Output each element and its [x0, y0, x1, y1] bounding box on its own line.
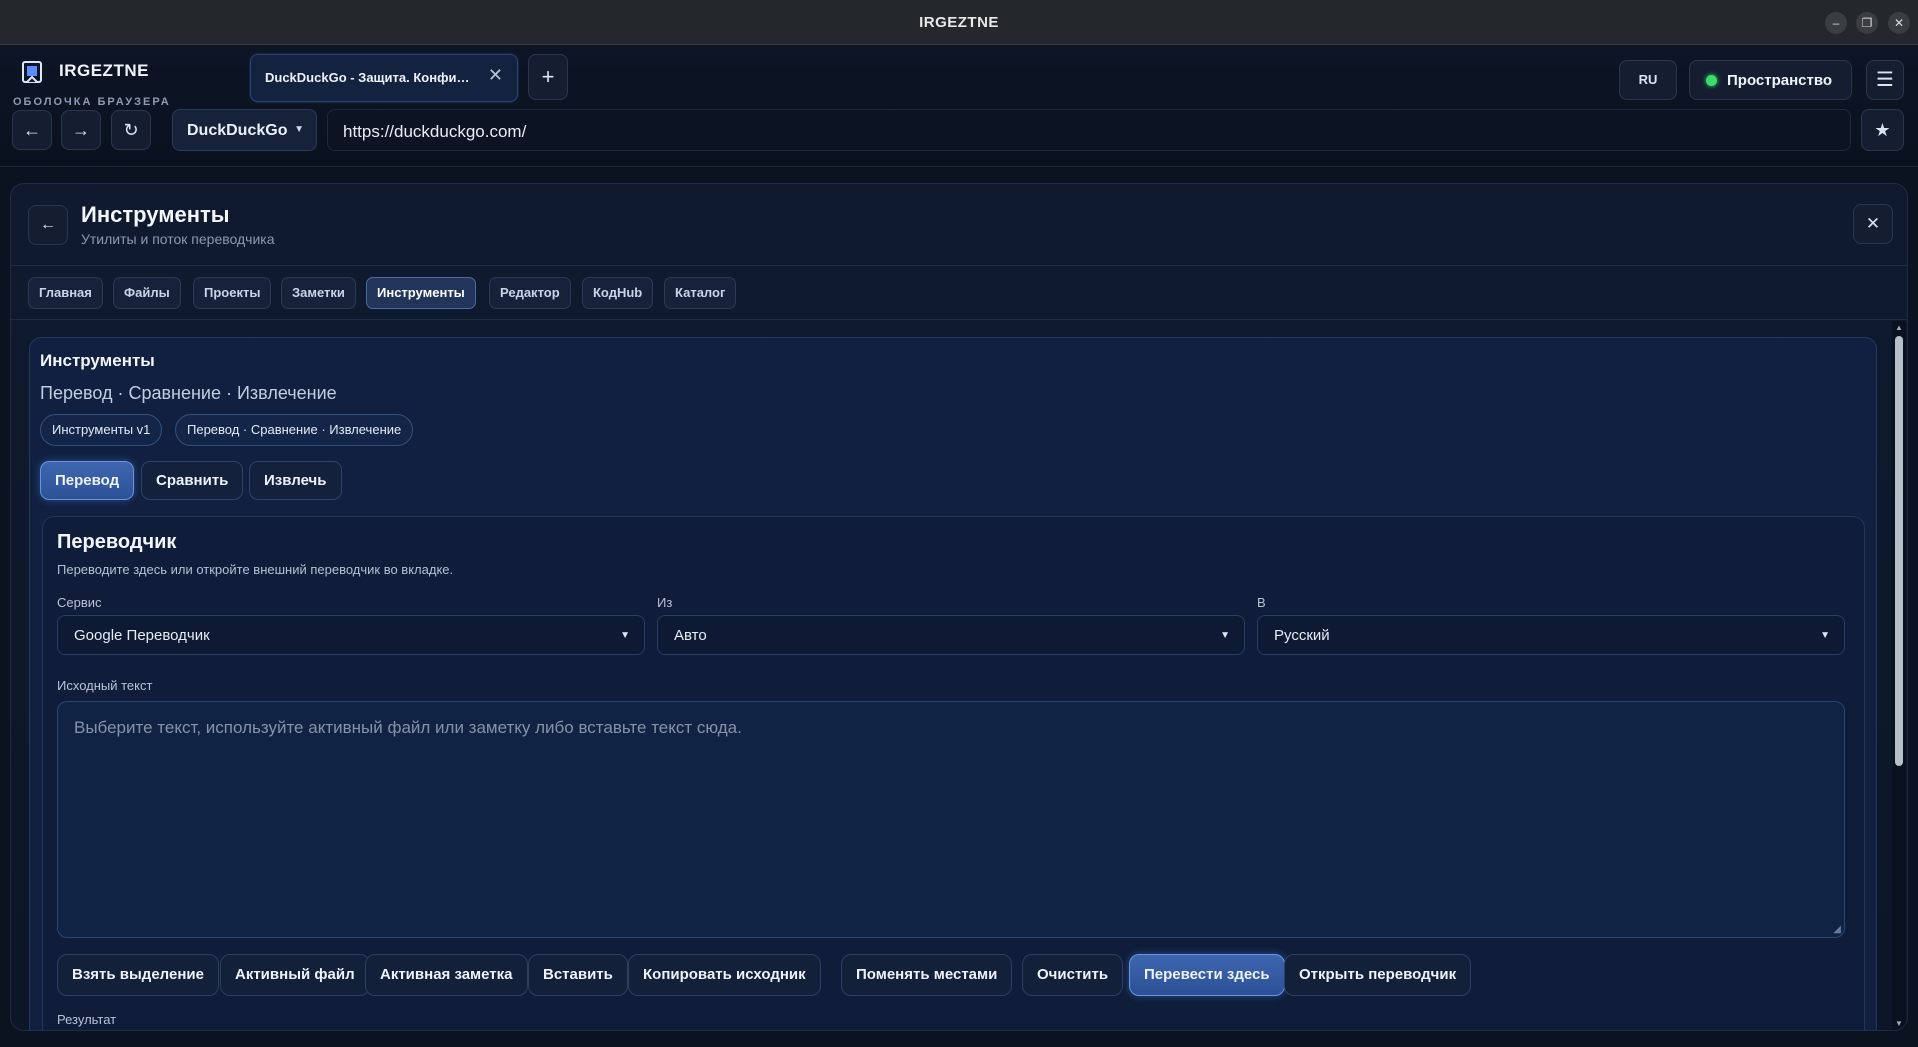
service-label: Сервис: [57, 595, 102, 610]
take-selection-button[interactable]: Взять выделение: [57, 954, 219, 996]
scroll-up-icon[interactable]: ▲: [1895, 323, 1903, 332]
tab-home[interactable]: Главная: [28, 277, 103, 309]
active-file-button[interactable]: Активный файл: [220, 954, 370, 996]
address-bar[interactable]: https://duckduckgo.com/: [327, 109, 1851, 151]
translate-here-button[interactable]: Перевести здесь: [1129, 954, 1285, 996]
source-text-placeholder: Выберите текст, используйте активный фай…: [74, 718, 742, 737]
to-language-select[interactable]: Русский ▼: [1257, 615, 1845, 655]
mode-translate-button[interactable]: Перевод: [40, 461, 135, 500]
from-language-value: Авто: [674, 627, 707, 644]
divider: [11, 319, 1907, 320]
clear-button[interactable]: Очистить: [1022, 954, 1124, 996]
maximize-button[interactable]: ❐: [1856, 12, 1878, 34]
scrollbar-thumb[interactable]: [1895, 336, 1903, 766]
service-select[interactable]: Google Переводчик ▼: [57, 615, 645, 655]
chevron-down-icon: ▼: [294, 124, 304, 135]
status-dot-icon: [1706, 75, 1717, 86]
caret-down-icon: ▼: [1820, 630, 1830, 641]
search-engine-select[interactable]: DuckDuckGo ▼: [172, 109, 317, 151]
tools-title: Инструменты: [40, 351, 155, 370]
panel-back-button[interactable]: ←: [28, 205, 68, 245]
tools-subtitle: Перевод · Сравнение · Извлечение: [40, 383, 337, 403]
tab-catalog[interactable]: Каталог: [664, 277, 737, 309]
minimize-button[interactable]: –: [1825, 12, 1847, 34]
service-value: Google Переводчик: [74, 627, 210, 644]
translator-title: Переводчик: [57, 531, 177, 553]
from-label: Из: [657, 595, 673, 610]
panel-subtitle: Утилиты и поток переводчика: [81, 231, 275, 247]
brand-subtitle: ОБОЛОЧКА БРАУЗЕРА: [13, 96, 171, 108]
open-translator-button[interactable]: Открыть переводчик: [1284, 954, 1472, 996]
workspace-label: Пространство: [1727, 72, 1833, 89]
tab-notes[interactable]: Заметки: [281, 277, 356, 309]
window-titlebar: IRGEZTNE – ❐ ✕: [0, 0, 1918, 45]
source-text-input[interactable]: Выберите текст, используйте активный фай…: [57, 701, 1845, 938]
panel-title: Инструменты: [81, 202, 230, 227]
new-tab-button[interactable]: +: [528, 54, 568, 100]
browser-tab[interactable]: DuckDuckGo - Защита. Конфиденциальность.…: [250, 54, 518, 102]
tab-codehub[interactable]: КодHub: [582, 277, 654, 309]
tab-files[interactable]: Файлы: [113, 277, 181, 309]
panel-close-button[interactable]: ✕: [1853, 204, 1893, 244]
features-badge: Перевод · Сравнение · Извлечение: [175, 414, 414, 446]
language-button[interactable]: RU: [1619, 60, 1677, 100]
mode-extract-button[interactable]: Извлечь: [249, 461, 342, 500]
tab-title: DuckDuckGo - Защита. Конфиденциальность.…: [265, 70, 475, 85]
tools-card: Инструменты Перевод · Сравнение · Извлеч…: [29, 337, 1877, 1030]
swap-button[interactable]: Поменять местами: [841, 954, 1013, 996]
back-button[interactable]: ←: [12, 110, 52, 150]
resize-grip-icon[interactable]: ◢: [1833, 924, 1841, 935]
forward-button[interactable]: →: [61, 110, 101, 150]
divider: [11, 265, 1907, 266]
window-title: IRGEZTNE: [919, 14, 999, 31]
workspace-button[interactable]: Пространство: [1689, 60, 1852, 100]
window-close-button[interactable]: ✕: [1888, 12, 1910, 34]
to-label: В: [1257, 595, 1266, 610]
search-engine-value: DuckDuckGo: [187, 122, 288, 139]
translator-description: Переводите здесь или откройте внешний пе…: [57, 562, 454, 577]
from-language-select[interactable]: Авто ▼: [657, 615, 1245, 655]
copy-source-button[interactable]: Копировать исходник: [628, 954, 821, 996]
paste-button[interactable]: Вставить: [528, 954, 628, 996]
caret-down-icon: ▼: [620, 630, 630, 641]
brand-name: IRGEZTNE: [59, 61, 149, 80]
browser-shell: IRGEZTNE ОБОЛОЧКА БРАУЗЕРА DuckDuckGo - …: [0, 45, 1918, 167]
bookmark-star-icon[interactable]: ★: [1861, 109, 1904, 151]
caret-down-icon: ▼: [1220, 630, 1230, 641]
tab-tools[interactable]: Инструменты: [366, 277, 476, 309]
reload-button[interactable]: ↻: [111, 110, 151, 150]
result-label: Результат: [57, 1012, 117, 1027]
address-url: https://duckduckgo.com/: [343, 122, 527, 141]
version-badge: Инструменты v1: [40, 414, 163, 446]
source-text-label: Исходный текст: [57, 678, 153, 693]
tab-editor[interactable]: Редактор: [489, 277, 571, 309]
tab-projects[interactable]: Проекты: [193, 277, 272, 309]
to-language-value: Русский: [1274, 627, 1330, 644]
translator-section: Переводчик Переводите здесь или откройте…: [42, 516, 1865, 1030]
hamburger-menu-icon[interactable]: ☰: [1866, 60, 1904, 100]
brand-logo-icon: [22, 61, 42, 83]
scroll-down-icon[interactable]: ▼: [1895, 1019, 1903, 1028]
tab-close-icon[interactable]: ✕: [488, 65, 503, 86]
tools-panel: ← Инструменты Утилиты и поток переводчик…: [10, 183, 1908, 1031]
active-note-button[interactable]: Активная заметка: [365, 954, 528, 996]
mode-compare-button[interactable]: Сравнить: [141, 461, 244, 500]
